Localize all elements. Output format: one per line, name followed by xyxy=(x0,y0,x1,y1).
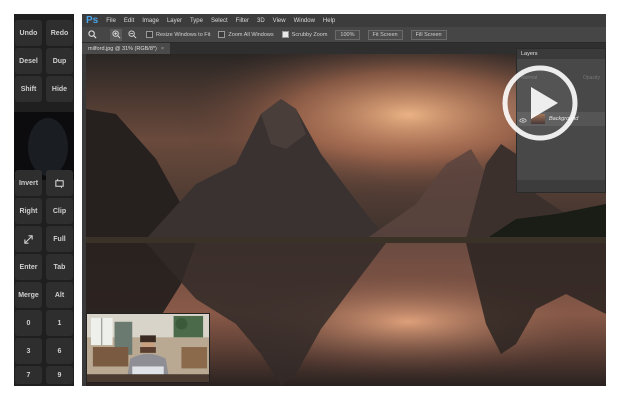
key-3[interactable]: 3 xyxy=(15,338,42,364)
key-resize[interactable] xyxy=(15,226,42,252)
key-merge[interactable]: Merge xyxy=(15,282,42,308)
key-6[interactable]: 6 xyxy=(46,338,73,364)
key-undo[interactable]: Undo xyxy=(15,20,42,46)
key-shift[interactable]: Shift xyxy=(15,76,42,102)
layers-panel-title: Layers xyxy=(521,51,538,57)
layers-panel-header[interactable]: Layers xyxy=(517,49,605,59)
key-alt[interactable]: Alt xyxy=(46,282,73,308)
crop-icon xyxy=(55,178,64,188)
play-icon xyxy=(502,65,578,141)
scrubby-zoom-checkbox[interactable] xyxy=(281,31,289,38)
menu-layer[interactable]: Layer xyxy=(167,18,182,24)
key-enter[interactable]: Enter xyxy=(15,254,42,280)
document-tab-title: milford.jpg @ 31% (RGB/8*) xyxy=(88,45,157,52)
document-tab[interactable]: milford.jpg @ 31% (RGB/8*) × xyxy=(82,43,171,54)
key-7[interactable]: 7 xyxy=(15,366,42,384)
video-play-button[interactable] xyxy=(500,63,580,143)
key-9[interactable]: 9 xyxy=(46,366,73,384)
menu-3d[interactable]: 3D xyxy=(257,18,265,24)
menu-view[interactable]: View xyxy=(273,18,286,24)
zoom-in-icon[interactable] xyxy=(110,28,122,41)
scrubby-zoom-label: Scrubby Zoom xyxy=(291,31,328,38)
webcam-inset xyxy=(86,313,210,383)
menu-filter[interactable]: Filter xyxy=(236,18,249,24)
menu-type[interactable]: Type xyxy=(190,18,203,24)
macro-keypad: Undo Redo Desel Dup Shift Hide Invert Ri… xyxy=(14,14,74,386)
zoom-out-icon[interactable] xyxy=(126,29,138,41)
menu-bar: Ps File Edit Image Layer Type Select Fil… xyxy=(82,14,606,27)
menu-file[interactable]: File xyxy=(106,18,116,24)
menu-window[interactable]: Window xyxy=(294,18,315,24)
key-tab[interactable]: Tab xyxy=(46,254,73,280)
key-0[interactable]: 0 xyxy=(15,310,42,336)
diagonal-arrows-icon xyxy=(24,234,33,244)
zoom-all-windows-checkbox[interactable] xyxy=(218,31,226,38)
opacity-label: Opacity xyxy=(583,75,600,81)
fill-screen-button[interactable]: Fill Screen xyxy=(410,29,447,40)
zoom-tool-icon[interactable] xyxy=(86,29,98,41)
close-icon[interactable]: × xyxy=(161,46,164,52)
resize-windows-label: Resize Windows to Fit xyxy=(156,31,211,38)
options-bar: Resize Windows to Fit Zoom All Windows S… xyxy=(82,27,606,43)
zoom-100-button[interactable]: 100% xyxy=(335,29,360,40)
presenter-video xyxy=(87,314,209,382)
key-hide[interactable]: Hide xyxy=(46,76,73,102)
zoom-all-windows-label: Zoom All Windows xyxy=(228,31,274,38)
key-redo[interactable]: Redo xyxy=(46,20,73,46)
key-right[interactable]: Right xyxy=(15,198,42,224)
menu-help[interactable]: Help xyxy=(323,18,335,24)
resize-windows-checkbox[interactable] xyxy=(146,31,153,38)
key-full[interactable]: Full xyxy=(46,226,73,252)
layers-panel-footer xyxy=(517,180,605,192)
key-invert[interactable]: Invert xyxy=(15,170,42,196)
fit-screen-button[interactable]: Fit Screen xyxy=(367,29,403,40)
key-1[interactable]: 1 xyxy=(46,310,73,336)
menu-select[interactable]: Select xyxy=(211,18,228,24)
menu-edit[interactable]: Edit xyxy=(124,18,134,24)
photoshop-logo: Ps xyxy=(86,15,99,26)
key-crop[interactable] xyxy=(46,170,73,196)
menu-image[interactable]: Image xyxy=(142,18,159,24)
key-clip[interactable]: Clip xyxy=(46,198,73,224)
key-deselect[interactable]: Desel xyxy=(15,48,42,74)
key-duplicate[interactable]: Dup xyxy=(46,48,73,74)
